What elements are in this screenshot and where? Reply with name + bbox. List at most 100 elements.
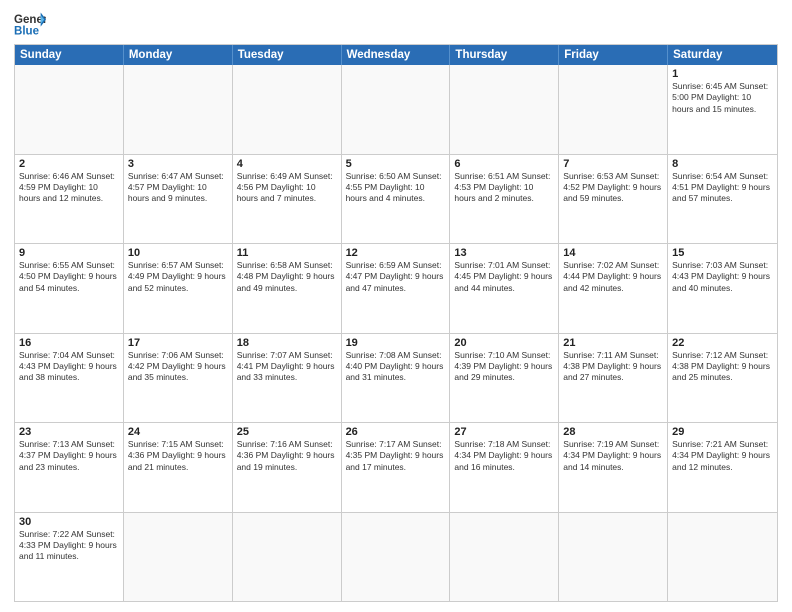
cell-daylight-info: Sunrise: 7:16 AM Sunset: 4:36 PM Dayligh… — [237, 439, 337, 473]
calendar-cell — [559, 513, 668, 602]
calendar-cell: 26Sunrise: 7:17 AM Sunset: 4:35 PM Dayli… — [342, 423, 451, 512]
calendar-week-row: 30Sunrise: 7:22 AM Sunset: 4:33 PM Dayli… — [15, 512, 777, 602]
calendar-cell — [233, 513, 342, 602]
day-number: 18 — [237, 337, 337, 349]
calendar-cell — [342, 513, 451, 602]
cell-daylight-info: Sunrise: 6:55 AM Sunset: 4:50 PM Dayligh… — [19, 260, 119, 294]
calendar-cell — [450, 513, 559, 602]
day-number: 9 — [19, 247, 119, 259]
day-number: 19 — [346, 337, 446, 349]
calendar-cell: 3Sunrise: 6:47 AM Sunset: 4:57 PM Daylig… — [124, 155, 233, 244]
calendar-cell — [15, 65, 124, 154]
calendar-cell — [342, 65, 451, 154]
day-number: 24 — [128, 426, 228, 438]
calendar-cell: 15Sunrise: 7:03 AM Sunset: 4:43 PM Dayli… — [668, 244, 777, 333]
calendar-header-row: SundayMondayTuesdayWednesdayThursdayFrid… — [15, 45, 777, 65]
calendar-cell: 2Sunrise: 6:46 AM Sunset: 4:59 PM Daylig… — [15, 155, 124, 244]
cell-daylight-info: Sunrise: 6:51 AM Sunset: 4:53 PM Dayligh… — [454, 171, 554, 205]
cell-daylight-info: Sunrise: 6:45 AM Sunset: 5:00 PM Dayligh… — [672, 81, 773, 115]
day-number: 22 — [672, 337, 773, 349]
cell-daylight-info: Sunrise: 7:13 AM Sunset: 4:37 PM Dayligh… — [19, 439, 119, 473]
day-number: 6 — [454, 158, 554, 170]
calendar-cell: 22Sunrise: 7:12 AM Sunset: 4:38 PM Dayli… — [668, 334, 777, 423]
calendar-header-cell: Wednesday — [342, 45, 451, 65]
calendar-week-row: 16Sunrise: 7:04 AM Sunset: 4:43 PM Dayli… — [15, 333, 777, 423]
calendar-cell: 4Sunrise: 6:49 AM Sunset: 4:56 PM Daylig… — [233, 155, 342, 244]
calendar-cell — [124, 513, 233, 602]
calendar-cell: 20Sunrise: 7:10 AM Sunset: 4:39 PM Dayli… — [450, 334, 559, 423]
calendar-cell: 16Sunrise: 7:04 AM Sunset: 4:43 PM Dayli… — [15, 334, 124, 423]
cell-daylight-info: Sunrise: 7:22 AM Sunset: 4:33 PM Dayligh… — [19, 529, 119, 563]
calendar-cell: 10Sunrise: 6:57 AM Sunset: 4:49 PM Dayli… — [124, 244, 233, 333]
calendar-cell: 9Sunrise: 6:55 AM Sunset: 4:50 PM Daylig… — [15, 244, 124, 333]
day-number: 3 — [128, 158, 228, 170]
calendar-cell: 19Sunrise: 7:08 AM Sunset: 4:40 PM Dayli… — [342, 334, 451, 423]
calendar-cell: 27Sunrise: 7:18 AM Sunset: 4:34 PM Dayli… — [450, 423, 559, 512]
cell-daylight-info: Sunrise: 7:19 AM Sunset: 4:34 PM Dayligh… — [563, 439, 663, 473]
cell-daylight-info: Sunrise: 6:58 AM Sunset: 4:48 PM Dayligh… — [237, 260, 337, 294]
day-number: 21 — [563, 337, 663, 349]
day-number: 29 — [672, 426, 773, 438]
cell-daylight-info: Sunrise: 7:01 AM Sunset: 4:45 PM Dayligh… — [454, 260, 554, 294]
day-number: 25 — [237, 426, 337, 438]
calendar-cell — [450, 65, 559, 154]
day-number: 17 — [128, 337, 228, 349]
cell-daylight-info: Sunrise: 7:08 AM Sunset: 4:40 PM Dayligh… — [346, 350, 446, 384]
day-number: 26 — [346, 426, 446, 438]
day-number: 12 — [346, 247, 446, 259]
calendar-cell — [124, 65, 233, 154]
cell-daylight-info: Sunrise: 7:21 AM Sunset: 4:34 PM Dayligh… — [672, 439, 773, 473]
cell-daylight-info: Sunrise: 6:57 AM Sunset: 4:49 PM Dayligh… — [128, 260, 228, 294]
calendar-cell: 7Sunrise: 6:53 AM Sunset: 4:52 PM Daylig… — [559, 155, 668, 244]
cell-daylight-info: Sunrise: 7:12 AM Sunset: 4:38 PM Dayligh… — [672, 350, 773, 384]
calendar-cell: 6Sunrise: 6:51 AM Sunset: 4:53 PM Daylig… — [450, 155, 559, 244]
calendar-cell: 29Sunrise: 7:21 AM Sunset: 4:34 PM Dayli… — [668, 423, 777, 512]
cell-daylight-info: Sunrise: 7:02 AM Sunset: 4:44 PM Dayligh… — [563, 260, 663, 294]
calendar-cell: 21Sunrise: 7:11 AM Sunset: 4:38 PM Dayli… — [559, 334, 668, 423]
calendar-week-row: 9Sunrise: 6:55 AM Sunset: 4:50 PM Daylig… — [15, 243, 777, 333]
calendar-cell — [233, 65, 342, 154]
calendar-cell: 23Sunrise: 7:13 AM Sunset: 4:37 PM Dayli… — [15, 423, 124, 512]
day-number: 4 — [237, 158, 337, 170]
day-number: 14 — [563, 247, 663, 259]
cell-daylight-info: Sunrise: 7:17 AM Sunset: 4:35 PM Dayligh… — [346, 439, 446, 473]
day-number: 2 — [19, 158, 119, 170]
generalblue-logo-icon: General Blue — [14, 10, 46, 38]
calendar-cell: 11Sunrise: 6:58 AM Sunset: 4:48 PM Dayli… — [233, 244, 342, 333]
calendar-week-row: 1Sunrise: 6:45 AM Sunset: 5:00 PM Daylig… — [15, 65, 777, 154]
calendar-cell: 1Sunrise: 6:45 AM Sunset: 5:00 PM Daylig… — [668, 65, 777, 154]
day-number: 13 — [454, 247, 554, 259]
calendar-body: 1Sunrise: 6:45 AM Sunset: 5:00 PM Daylig… — [15, 65, 777, 601]
header: General Blue — [14, 10, 778, 38]
cell-daylight-info: Sunrise: 6:59 AM Sunset: 4:47 PM Dayligh… — [346, 260, 446, 294]
calendar-header-cell: Friday — [559, 45, 668, 65]
day-number: 16 — [19, 337, 119, 349]
cell-daylight-info: Sunrise: 6:53 AM Sunset: 4:52 PM Dayligh… — [563, 171, 663, 205]
cell-daylight-info: Sunrise: 7:07 AM Sunset: 4:41 PM Dayligh… — [237, 350, 337, 384]
day-number: 28 — [563, 426, 663, 438]
cell-daylight-info: Sunrise: 7:10 AM Sunset: 4:39 PM Dayligh… — [454, 350, 554, 384]
day-number: 27 — [454, 426, 554, 438]
cell-daylight-info: Sunrise: 7:18 AM Sunset: 4:34 PM Dayligh… — [454, 439, 554, 473]
cell-daylight-info: Sunrise: 7:06 AM Sunset: 4:42 PM Dayligh… — [128, 350, 228, 384]
calendar-cell — [668, 513, 777, 602]
calendar-cell: 17Sunrise: 7:06 AM Sunset: 4:42 PM Dayli… — [124, 334, 233, 423]
day-number: 23 — [19, 426, 119, 438]
cell-daylight-info: Sunrise: 7:03 AM Sunset: 4:43 PM Dayligh… — [672, 260, 773, 294]
calendar-cell: 12Sunrise: 6:59 AM Sunset: 4:47 PM Dayli… — [342, 244, 451, 333]
calendar-week-row: 23Sunrise: 7:13 AM Sunset: 4:37 PM Dayli… — [15, 422, 777, 512]
cell-daylight-info: Sunrise: 6:49 AM Sunset: 4:56 PM Dayligh… — [237, 171, 337, 205]
calendar-week-row: 2Sunrise: 6:46 AM Sunset: 4:59 PM Daylig… — [15, 154, 777, 244]
svg-text:Blue: Blue — [14, 26, 40, 38]
calendar-header-cell: Saturday — [668, 45, 777, 65]
calendar-cell: 13Sunrise: 7:01 AM Sunset: 4:45 PM Dayli… — [450, 244, 559, 333]
calendar-header-cell: Tuesday — [233, 45, 342, 65]
calendar: SundayMondayTuesdayWednesdayThursdayFrid… — [14, 44, 778, 602]
calendar-cell: 8Sunrise: 6:54 AM Sunset: 4:51 PM Daylig… — [668, 155, 777, 244]
calendar-cell: 25Sunrise: 7:16 AM Sunset: 4:36 PM Dayli… — [233, 423, 342, 512]
cell-daylight-info: Sunrise: 6:47 AM Sunset: 4:57 PM Dayligh… — [128, 171, 228, 205]
day-number: 5 — [346, 158, 446, 170]
logo: General Blue — [14, 10, 46, 38]
cell-daylight-info: Sunrise: 6:54 AM Sunset: 4:51 PM Dayligh… — [672, 171, 773, 205]
day-number: 11 — [237, 247, 337, 259]
